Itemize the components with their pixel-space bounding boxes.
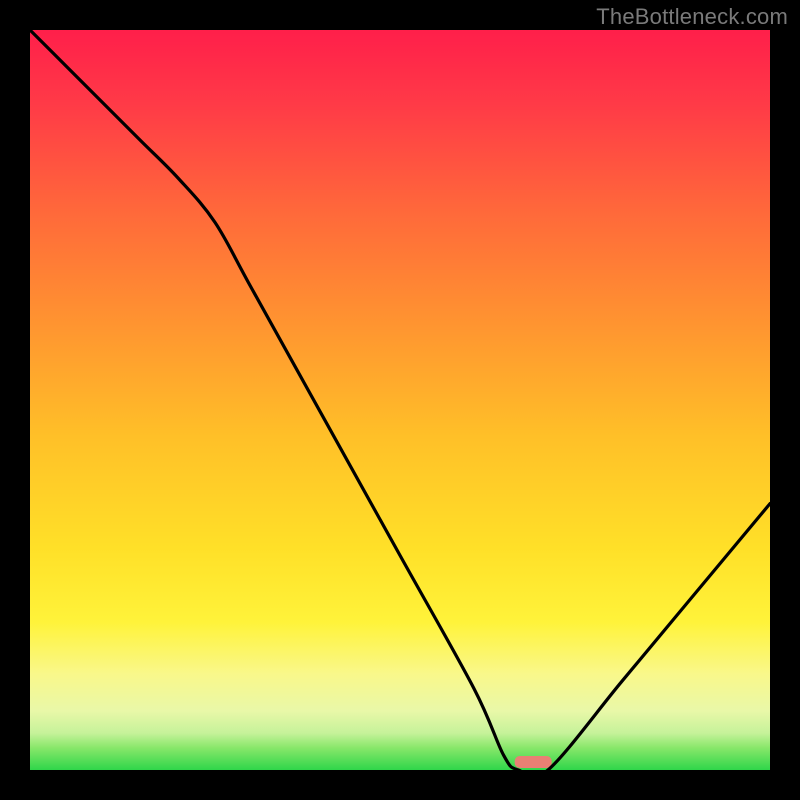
bottleneck-chart <box>0 0 800 800</box>
chart-frame: TheBottleneck.com <box>0 0 800 800</box>
optimum-marker <box>515 756 552 768</box>
watermark-text: TheBottleneck.com <box>596 4 788 30</box>
